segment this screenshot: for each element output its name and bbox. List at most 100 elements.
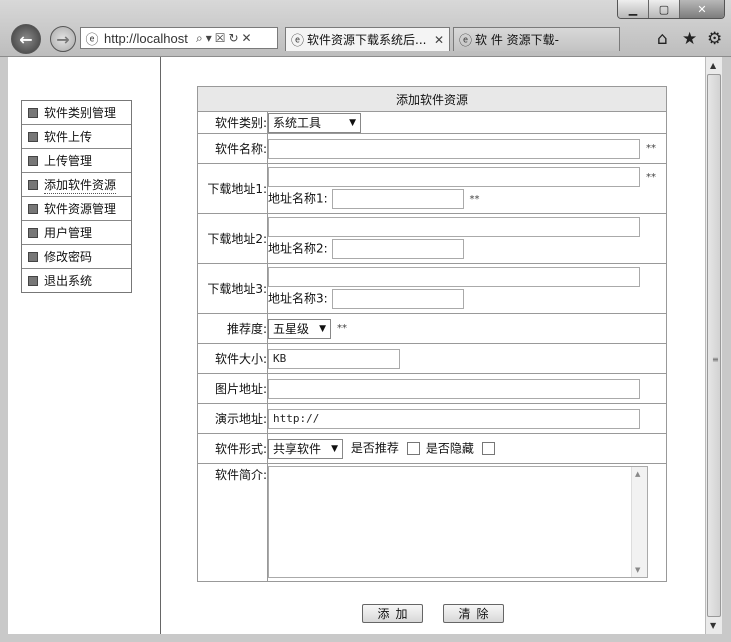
url1-input[interactable]	[268, 167, 640, 187]
gear-icon[interactable]: ⚙	[707, 29, 722, 49]
url2-name-input[interactable]	[331, 239, 464, 259]
rating-select[interactable]: 五星级 ▼	[268, 318, 331, 339]
home-icon[interactable]: ⌂	[657, 29, 668, 49]
sidebar-item-upload[interactable]: 软件上传	[22, 124, 131, 148]
ie-icon: ⓔ	[85, 32, 99, 48]
url1-name-input[interactable]	[331, 189, 464, 209]
bullet-icon	[28, 251, 38, 262]
url2-label: 下载地址2:	[197, 213, 268, 264]
ie-icon: ⓔ	[291, 34, 305, 49]
intro-textarea[interactable]: ▲ ▼	[268, 466, 648, 578]
textarea-scrollbar[interactable]: ▲ ▼	[631, 467, 647, 577]
tab-close-icon[interactable]: ✕	[434, 33, 444, 47]
address-url[interactable]: http://localhost	[104, 31, 194, 46]
grip-icon: ≡	[712, 355, 719, 364]
left-frame: 软件类别管理 软件上传 上传管理 添加软件资源 软件资源管理 用户管理 修改密码…	[8, 57, 161, 634]
bullet-icon	[28, 131, 38, 142]
hidden-checkbox[interactable]	[481, 442, 495, 455]
url3-label: 下载地址3:	[197, 263, 268, 314]
bullet-icon	[28, 179, 38, 190]
sidebar-item-logout[interactable]: 退出系统	[22, 268, 131, 292]
rating-value: 五星级	[273, 322, 310, 336]
tab-title: 软 件 资源下载-	[475, 33, 559, 47]
scroll-down-icon[interactable]: ▼	[710, 621, 716, 630]
url3-input[interactable]	[268, 267, 640, 287]
intro-label: 软件简介:	[197, 463, 268, 582]
chevron-down-icon: ▼	[331, 443, 338, 454]
chevron-down-icon: ▼	[349, 117, 356, 128]
sidebar-item-label: 软件类别管理	[44, 106, 117, 120]
required-mark: **	[646, 171, 656, 183]
bullet-icon	[28, 227, 38, 238]
category-select[interactable]: 系统工具 ▼	[268, 112, 361, 133]
sidebar-item-label: 软件上传	[44, 130, 93, 144]
url3-name-label: 地址名称3:	[268, 291, 328, 306]
scroll-up-icon[interactable]: ▲	[710, 61, 716, 70]
recommend-label: 是否推荐	[350, 441, 399, 455]
ie-icon: ⓔ	[459, 34, 473, 49]
image-url-input[interactable]	[268, 378, 640, 399]
url3-name-input[interactable]	[331, 289, 464, 309]
url2-input[interactable]	[268, 217, 640, 237]
forward-icon[interactable]: →	[50, 26, 76, 52]
tab-download[interactable]: ⓔ 软 件 资源下载-	[453, 27, 620, 51]
page-title: 添加软件资源	[197, 86, 667, 112]
name-input[interactable]	[268, 138, 640, 159]
required-mark: **	[646, 143, 656, 154]
add-resource-form: 添加软件资源 软件类别: 系统工具 ▼ 软件名称: ** 下载地址1: ** 地址…	[197, 86, 667, 582]
sidebar-item-upload-manage[interactable]: 上传管理	[22, 148, 131, 172]
sidebar-item-label: 软件资源管理	[44, 202, 117, 216]
type-select[interactable]: 共享软件 ▼	[268, 438, 343, 459]
close-icon[interactable]: ✕	[679, 0, 724, 18]
url2-name-label: 地址名称2:	[268, 241, 328, 256]
sidebar-item-add-resource[interactable]: 添加软件资源	[22, 172, 131, 196]
category-label: 软件类别:	[197, 111, 268, 134]
url1-name-label: 地址名称1:	[268, 191, 328, 206]
form-table: 添加软件资源 软件类别: 系统工具 ▼ 软件名称: ** 下载地址1: ** 地址…	[197, 86, 667, 582]
sidebar-item-label: 退出系统	[44, 274, 93, 288]
category-value: 系统工具	[273, 116, 322, 130]
demo-url-input[interactable]: http://	[268, 408, 640, 429]
address-bar[interactable]: ⓔ http://localhost ⌕▾☒↻✕	[80, 27, 278, 49]
scroll-up-icon[interactable]: ▲	[635, 470, 640, 478]
chevron-down-icon: ▼	[319, 323, 326, 334]
scroll-down-icon[interactable]: ▼	[635, 566, 640, 574]
scrollbar-thumb[interactable]: ≡	[707, 74, 721, 617]
window-frame-bottom	[0, 634, 731, 642]
size-input[interactable]: KB	[268, 348, 400, 369]
bullet-icon	[28, 275, 38, 286]
type-label: 软件形式:	[197, 433, 268, 464]
maximize-icon[interactable]: ▢	[648, 0, 679, 18]
favorites-icon[interactable]: ★	[682, 29, 697, 49]
window-frame-right	[722, 57, 731, 642]
demo-label: 演示地址:	[197, 403, 268, 434]
sidebar-item-label: 上传管理	[44, 154, 93, 168]
recommend-checkbox[interactable]	[406, 442, 420, 455]
tab-title: 软件资源下载系统后...	[307, 33, 427, 47]
required-mark: **	[337, 323, 347, 334]
clear-button[interactable]: 清除	[443, 604, 504, 623]
address-tools[interactable]: ⌕▾☒↻✕	[196, 31, 255, 46]
page-viewport: 软件类别管理 软件上传 上传管理 添加软件资源 软件资源管理 用户管理 修改密码…	[8, 57, 705, 634]
bullet-icon	[28, 203, 38, 214]
rating-label: 推荐度:	[197, 313, 268, 344]
add-button[interactable]: 添加	[362, 604, 423, 623]
sidebar-item-label: 添加软件资源	[44, 177, 117, 194]
back-icon[interactable]: ←	[11, 24, 41, 54]
name-label: 软件名称:	[197, 133, 268, 164]
sidebar-item-label: 修改密码	[44, 250, 93, 264]
page-scrollbar[interactable]: ▲ ≡ ▼	[705, 57, 723, 634]
sidebar-item-password[interactable]: 修改密码	[22, 244, 131, 268]
sidebar-item-resource-manage[interactable]: 软件资源管理	[22, 196, 131, 220]
sidebar-item-users[interactable]: 用户管理	[22, 220, 131, 244]
minimize-icon[interactable]: ▁	[618, 0, 648, 18]
url1-label: 下载地址1:	[197, 163, 268, 214]
required-mark: **	[469, 193, 480, 205]
sidebar-item-category[interactable]: 软件类别管理	[22, 101, 131, 124]
sidebar-item-label: 用户管理	[44, 226, 93, 240]
tab-admin[interactable]: ⓔ 软件资源下载系统后... ✕	[285, 27, 450, 51]
browser-titlebar: ▁ ▢ ✕ ← → ⓔ http://localhost ⌕▾☒↻✕ ⓔ 软件资…	[0, 0, 731, 57]
form-actions: 添加 清除	[362, 604, 504, 623]
window-controls: ▁ ▢ ✕	[617, 0, 725, 19]
type-value: 共享软件	[273, 442, 322, 456]
